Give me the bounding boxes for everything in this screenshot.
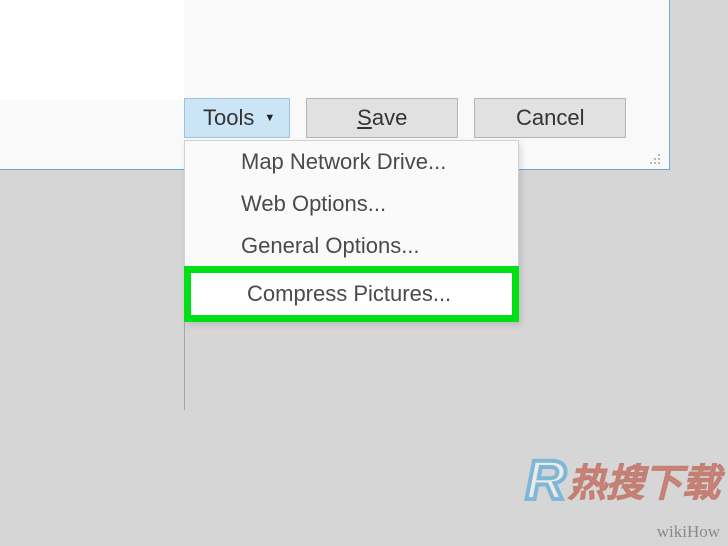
resize-grip-icon[interactable] — [647, 151, 661, 165]
menu-item-compress-pictures[interactable]: Compress Pictures... — [184, 266, 519, 322]
logo-r-icon: R — [526, 447, 564, 512]
watermark-logo: R 热搜下载 — [526, 447, 720, 512]
wikihow-credit: wikiHow — [657, 522, 720, 542]
save-button[interactable]: Save — [306, 98, 458, 138]
tools-menu: Map Network Drive... Web Options... Gene… — [184, 140, 519, 322]
chevron-down-icon: ▼ — [264, 112, 275, 124]
tools-label: Tools — [203, 105, 254, 131]
menu-item-web-options[interactable]: Web Options... — [185, 183, 518, 225]
menu-item-general-options[interactable]: General Options... — [185, 225, 518, 267]
dialog-panel — [0, 0, 184, 100]
cancel-button[interactable]: Cancel — [474, 98, 626, 138]
logo-text: 热搜下载 — [568, 452, 720, 507]
menu-item-map-network-drive[interactable]: Map Network Drive... — [185, 141, 518, 183]
save-label: Save — [357, 105, 407, 131]
cancel-label: Cancel — [516, 105, 584, 131]
dialog-button-row: Tools ▼ Save Cancel — [184, 98, 657, 138]
tools-dropdown[interactable]: Tools ▼ — [184, 98, 290, 138]
